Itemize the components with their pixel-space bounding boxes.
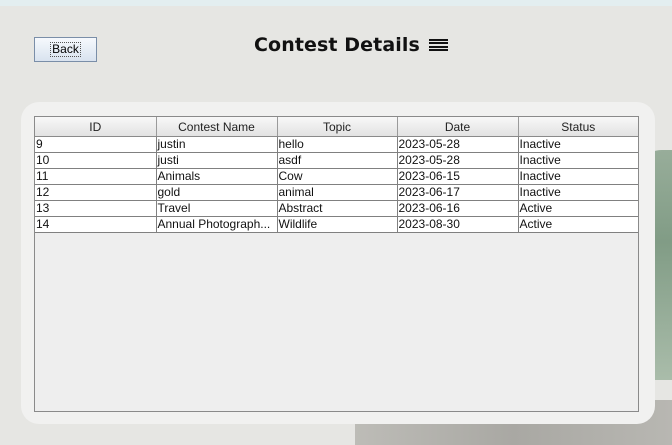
column-header-date[interactable]: Date: [397, 117, 519, 137]
cell-topic[interactable]: Abstract: [277, 200, 398, 217]
cell-date[interactable]: 2023-06-16: [397, 200, 519, 217]
table-row[interactable]: 10 justi asdf 2023-05-28 Inactive: [35, 152, 638, 169]
cell-topic[interactable]: asdf: [277, 152, 398, 169]
cell-id[interactable]: 13: [35, 200, 157, 217]
header: Contest Details: [254, 33, 448, 57]
cell-id[interactable]: 12: [35, 184, 157, 201]
cell-status[interactable]: Active: [518, 200, 638, 217]
cell-status[interactable]: Inactive: [518, 184, 638, 201]
column-header-topic[interactable]: Topic: [277, 117, 398, 137]
cell-date[interactable]: 2023-08-30: [397, 216, 519, 233]
top-strip: [0, 0, 672, 6]
table-row[interactable]: 12 gold animal 2023-06-17 Inactive: [35, 184, 638, 201]
table-row[interactable]: 13 Travel Abstract 2023-06-16 Active: [35, 200, 638, 217]
cell-date[interactable]: 2023-05-28: [397, 136, 519, 153]
cell-id[interactable]: 11: [35, 168, 157, 185]
cell-topic[interactable]: Wildlife: [277, 216, 398, 233]
cell-contest-name[interactable]: Annual Photograph...: [156, 216, 278, 233]
page-title: Contest Details: [254, 34, 420, 56]
contest-table-scroll-pane[interactable]: ID Contest Name Topic Date Status 9 just…: [34, 116, 639, 412]
cell-date[interactable]: 2023-06-17: [397, 184, 519, 201]
cell-contest-name[interactable]: Animals: [156, 168, 278, 185]
back-button-label: Back: [50, 42, 81, 57]
cell-topic[interactable]: Cow: [277, 168, 398, 185]
column-header-status[interactable]: Status: [518, 117, 638, 137]
table-row[interactable]: 9 justin hello 2023-05-28 Inactive: [35, 136, 638, 153]
cell-id[interactable]: 10: [35, 152, 157, 169]
cell-date[interactable]: 2023-05-28: [397, 152, 519, 169]
table-header-row: ID Contest Name Topic Date Status: [35, 117, 638, 137]
cell-status[interactable]: Inactive: [518, 136, 638, 153]
cell-id[interactable]: 9: [35, 136, 157, 153]
table-row[interactable]: 14 Annual Photograph... Wildlife 2023-08…: [35, 216, 638, 233]
cell-id[interactable]: 14: [35, 216, 157, 233]
cell-contest-name[interactable]: gold: [156, 184, 278, 201]
column-header-id[interactable]: ID: [35, 117, 157, 137]
column-header-contest-name[interactable]: Contest Name: [156, 117, 278, 137]
contest-table: ID Contest Name Topic Date Status 9 just…: [35, 117, 638, 233]
cell-contest-name[interactable]: justin: [156, 136, 278, 153]
back-button[interactable]: Back: [34, 37, 97, 62]
cell-status[interactable]: Active: [518, 216, 638, 233]
cell-status[interactable]: Inactive: [518, 152, 638, 169]
cell-contest-name[interactable]: justi: [156, 152, 278, 169]
cell-status[interactable]: Inactive: [518, 168, 638, 185]
hamburger-menu-icon[interactable]: [428, 38, 448, 52]
cell-date[interactable]: 2023-06-15: [397, 168, 519, 185]
cell-topic[interactable]: hello: [277, 136, 398, 153]
cell-contest-name[interactable]: Travel: [156, 200, 278, 217]
table-row[interactable]: 11 Animals Cow 2023-06-15 Inactive: [35, 168, 638, 185]
cell-topic[interactable]: animal: [277, 184, 398, 201]
